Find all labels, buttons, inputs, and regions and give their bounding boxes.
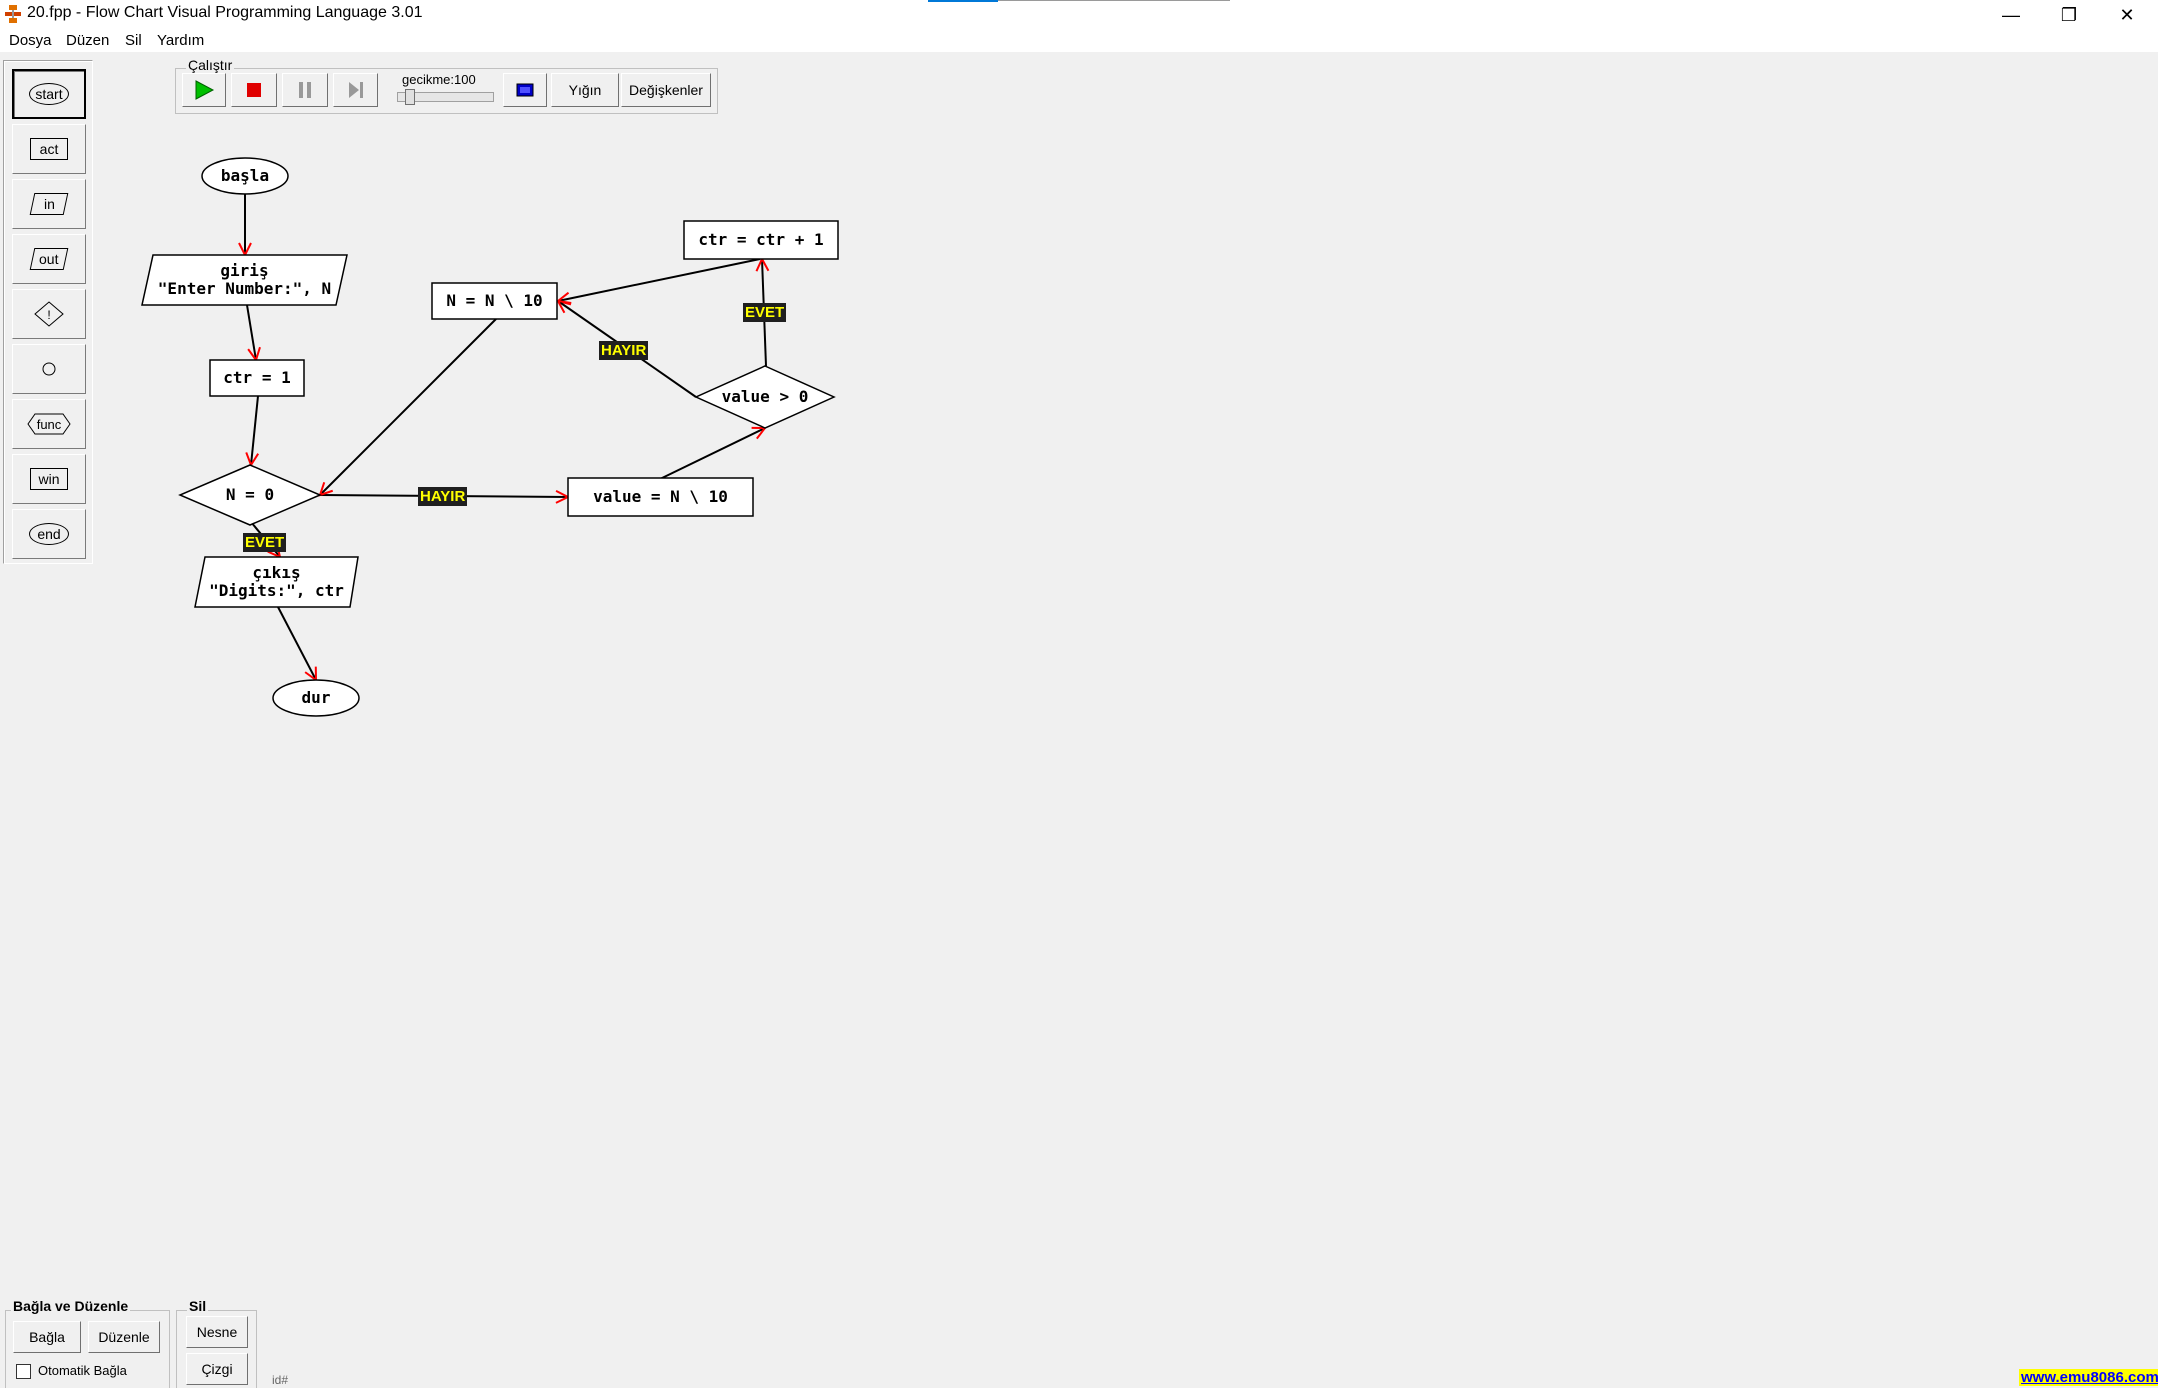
- edge-label-no: HAYIR: [418, 487, 468, 506]
- cond-value-node[interactable]: value > 0: [696, 388, 834, 406]
- edge-init-cond: [251, 395, 258, 465]
- init-node[interactable]: ctr = 1: [210, 369, 304, 387]
- edge-label-yes: EVET: [743, 303, 787, 322]
- output-node[interactable]: çıkış "Digits:", ctr: [195, 564, 358, 600]
- edge-output-stop: [277, 606, 316, 680]
- auto-connect-label: Otomatik Bağla: [38, 1363, 127, 1378]
- edit-button[interactable]: Düzenle: [88, 1321, 160, 1353]
- edge-divide-cond: [320, 318, 497, 495]
- delete-line-button[interactable]: Çizgi: [186, 1353, 248, 1385]
- delete-object-button[interactable]: Nesne: [186, 1316, 248, 1348]
- divide-node[interactable]: N = N \ 10: [432, 292, 557, 310]
- auto-connect-checkbox[interactable]: [16, 1364, 31, 1379]
- connect-button[interactable]: Bağla: [13, 1321, 81, 1353]
- edge-input-init: [246, 304, 256, 360]
- stop-node[interactable]: dur: [273, 689, 359, 707]
- edge-assign-condvalue: [659, 428, 765, 480]
- edge-increment-divide: [558, 258, 761, 301]
- delete-group-title: Sil: [187, 1298, 209, 1314]
- assign-node[interactable]: value = N \ 10: [568, 488, 753, 506]
- status-id-label: id#: [272, 1373, 289, 1387]
- cond-n-node[interactable]: N = 0: [180, 486, 320, 504]
- connect-edit-group-title: Bağla ve Düzenle: [11, 1298, 131, 1314]
- edge-label-yes: EVET: [243, 533, 287, 552]
- start-node[interactable]: başla: [202, 167, 288, 185]
- website-link[interactable]: www.emu8086.com: [2019, 1369, 2158, 1386]
- increment-node[interactable]: ctr = ctr + 1: [684, 231, 838, 249]
- edge-label-no: HAYIR: [599, 341, 649, 360]
- input-node[interactable]: giriş "Enter Number:", N: [142, 262, 347, 298]
